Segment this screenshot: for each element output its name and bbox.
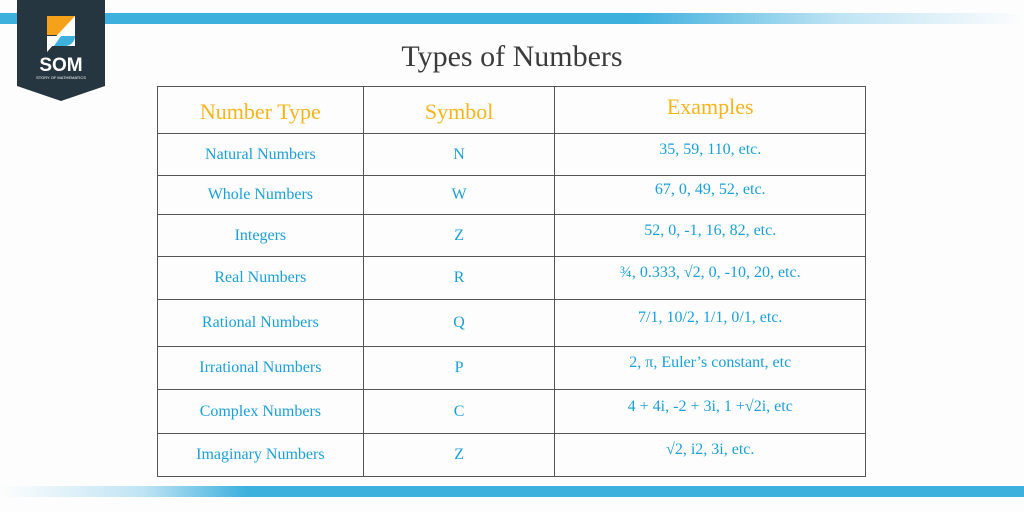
table-row: Whole Numbers W 67, 0, 49, 52, etc. [157,175,866,215]
symbol-cell: P [362,346,556,390]
header-symbol: Symbol [362,86,556,134]
logo-subtext: STORY OF MATHEMATICS [36,75,86,80]
number-types-table: Number Type Symbol Examples Natural Numb… [157,86,866,477]
examples-cell: 35, 59, 110, etc. [554,133,866,176]
examples-cell: 7/1, 10/2, 1/1, 0/1, etc. [554,299,866,347]
number-type-cell: Imaginary Numbers [157,433,364,477]
page-title: Types of Numbers [401,40,623,73]
examples-cell: √2, i2, 3i, etc. [554,433,866,477]
examples-cell: 52, 0, -1, 16, 82, etc. [554,214,866,257]
examples-cell: 2, π, Euler’s constant, etc [554,346,866,390]
top-accent-bar [0,13,1024,24]
number-type-cell: Real Numbers [157,256,364,300]
bottom-accent-bar [0,486,1024,497]
header-number-type: Number Type [157,86,364,134]
symbol-cell: W [362,175,556,215]
table-row: Complex Numbers C 4 + 4i, -2 + 3i, 1 +√2i,… [157,389,866,434]
table-row: Natural Numbers N 35, 59, 110, etc. [157,133,866,176]
header-examples: Examples [554,86,866,134]
number-type-cell: Whole Numbers [157,175,364,215]
symbol-cell: Z [362,433,556,477]
table-row: Real Numbers R ¾, 0.333, √2, 0, -10, 20, e… [157,256,866,300]
symbol-cell: R [362,256,556,300]
symbol-cell: Z [362,214,556,257]
number-type-cell: Irrational Numbers [157,346,364,390]
examples-cell: 67, 0, 49, 52, etc. [554,175,866,215]
symbol-cell: N [362,133,556,176]
number-type-cell: Integers [157,214,364,257]
symbol-cell: Q [362,299,556,347]
table-row: Irrational Numbers P 2, π, Euler’s constan… [157,346,866,390]
header-row: Number Type Symbol Examples [157,86,866,134]
examples-cell: ¾, 0.333, √2, 0, -10, 20, etc. [554,256,866,300]
number-type-cell: Natural Numbers [157,133,364,176]
table-row: Rational Numbers Q 7/1, 10/2, 1/1, 0/1, et… [157,299,866,347]
number-type-cell: Complex Numbers [157,389,364,434]
number-type-cell: Rational Numbers [157,299,364,347]
table-row: Imaginary Numbers Z √2, i2, 3i, etc. [157,433,866,477]
table-row: Integers Z 52, 0, -1, 16, 82, etc. [157,214,866,257]
examples-cell: 4 + 4i, -2 + 3i, 1 +√2i, etc [554,389,866,434]
symbol-cell: C [362,389,556,434]
